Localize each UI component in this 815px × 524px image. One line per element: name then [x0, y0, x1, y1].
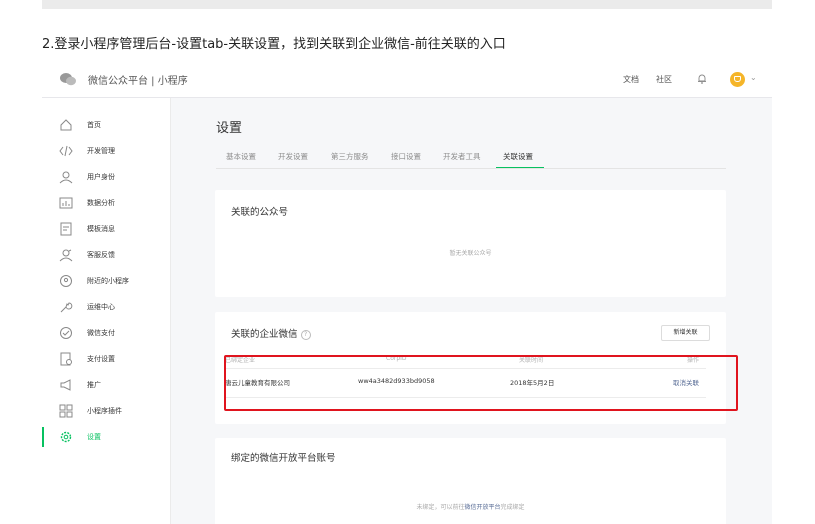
bell-icon[interactable]	[697, 73, 707, 84]
wechat-logo-icon	[60, 73, 76, 86]
sidebar-item-settings[interactable]: 设置	[42, 427, 170, 447]
sidebar: 首页 开发管理 用户身份 数据分析 模板消息 客服反馈 附近的小程序 运维中心	[42, 98, 171, 524]
open-platform-title: 绑定的微信开放平台账号	[231, 453, 336, 464]
gear-icon	[60, 431, 72, 443]
active-tab-underline	[496, 167, 544, 168]
work-wechat-title: 关联的企业微信 ?	[231, 326, 311, 340]
official-account-title: 关联的公众号	[231, 207, 289, 218]
admin-screenshot: 微信公众平台 | 小程序 文档 社区 ⌄ 首页 开发管理 用户身份 数据分析 模…	[42, 62, 772, 524]
chevron-down-icon[interactable]: ⌄	[750, 73, 757, 82]
sidebar-item-pay-settings[interactable]: 支付设置	[42, 349, 170, 369]
template-icon	[60, 222, 72, 236]
sidebar-item-plugins[interactable]: 小程序插件	[42, 401, 170, 421]
sidebar-item-dev[interactable]: 开发管理	[42, 141, 170, 161]
open-platform-note: 未绑定，可以前往微信开放平台完成绑定	[416, 504, 525, 511]
platform-title: 微信公众平台 | 小程序	[88, 76, 188, 87]
tab-dev-settings[interactable]: 开发设置	[278, 151, 308, 162]
community-link[interactable]: 社区	[656, 74, 672, 85]
sidebar-item-home[interactable]: 首页	[42, 115, 170, 135]
wrench-icon	[60, 302, 73, 313]
top-header: 微信公众平台 | 小程序 文档 社区 ⌄	[42, 62, 772, 98]
tab-third-party[interactable]: 第三方服务	[331, 151, 369, 162]
official-account-card: 关联的公众号 暂无关联公众号	[215, 190, 726, 297]
add-association-button[interactable]: 新增关联	[661, 325, 710, 341]
location-icon	[60, 275, 72, 287]
code-icon	[59, 145, 73, 157]
active-indicator	[42, 427, 44, 447]
home-icon	[60, 119, 72, 131]
sidebar-item-ops[interactable]: 运维中心	[42, 297, 170, 317]
docs-link[interactable]: 文档	[623, 74, 639, 85]
tab-basic-settings[interactable]: 基本设置	[226, 151, 256, 162]
sidebar-item-analytics[interactable]: 数据分析	[42, 193, 170, 213]
feedback-icon	[59, 249, 73, 262]
open-platform-card: 绑定的微信开放平台账号 未绑定，可以前往微信开放平台完成绑定	[215, 438, 726, 524]
user-icon	[59, 171, 73, 184]
tab-divider	[216, 168, 726, 169]
sidebar-item-users[interactable]: 用户身份	[42, 167, 170, 187]
top-gray-strip	[42, 0, 772, 9]
sidebar-item-promotion[interactable]: 推广	[42, 375, 170, 395]
sidebar-item-feedback[interactable]: 客服反馈	[42, 245, 170, 265]
open-platform-link[interactable]: 微信开放平台	[464, 504, 500, 511]
payment-settings-icon	[60, 352, 72, 366]
sidebar-item-pay[interactable]: 微信支付	[42, 323, 170, 343]
sidebar-item-templates[interactable]: 模板消息	[42, 219, 170, 239]
plugin-icon	[59, 404, 73, 418]
instruction-caption: 2.登录小程序管理后台-设置tab-关联设置，找到关联到企业微信-前往关联的入口	[42, 37, 506, 52]
official-account-empty: 暂无关联公众号	[449, 250, 492, 257]
highlight-box	[224, 355, 738, 411]
payment-icon	[60, 327, 72, 339]
page-title: 设置	[216, 121, 243, 136]
sidebar-item-nearby[interactable]: 附近的小程序	[42, 271, 170, 291]
tab-dev-tools[interactable]: 开发者工具	[443, 151, 481, 162]
tab-api-settings[interactable]: 接口设置	[391, 151, 421, 162]
tab-association-settings[interactable]: 关联设置	[503, 151, 533, 162]
chart-icon	[59, 197, 73, 209]
avatar[interactable]	[730, 72, 745, 87]
megaphone-icon	[60, 379, 71, 391]
help-icon[interactable]: ?	[300, 329, 311, 340]
